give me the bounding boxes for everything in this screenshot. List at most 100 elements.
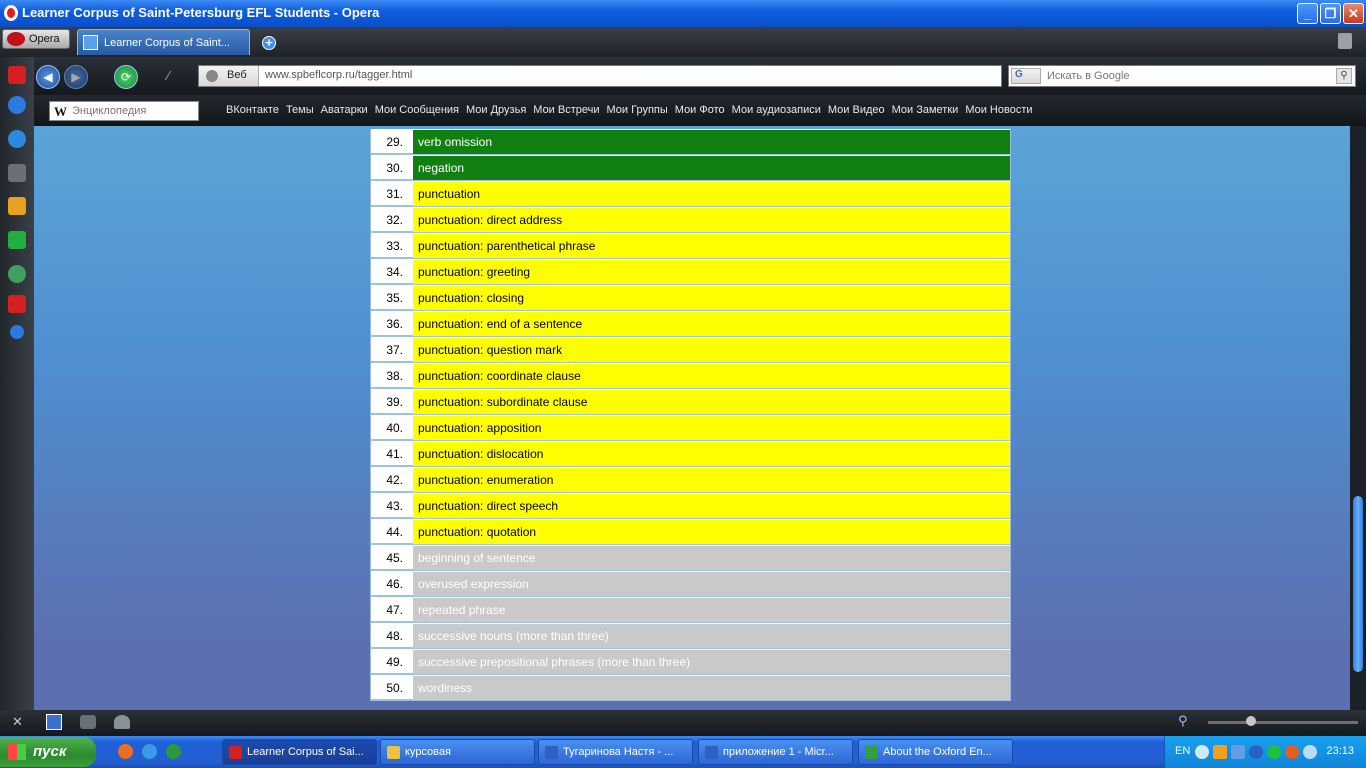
table-row[interactable]: 40. punctuation: apposition (371, 415, 1010, 441)
table-row[interactable]: 37. punctuation: question mark (371, 337, 1010, 363)
add-panel-icon[interactable] (10, 325, 24, 339)
yandex-icon[interactable] (8, 295, 26, 313)
table-row[interactable]: 41. punctuation: dislocation (371, 441, 1010, 467)
tag-label[interactable]: wordiness (413, 676, 1010, 700)
table-row[interactable]: 32. punctuation: direct address (371, 207, 1010, 233)
table-row[interactable]: 45. beginning of sentence (371, 545, 1010, 571)
wikipedia-search-input[interactable] (72, 103, 196, 119)
tag-label[interactable]: punctuation: coordinate clause (413, 364, 1010, 388)
search-input[interactable] (1047, 67, 1327, 85)
trash-icon[interactable] (1338, 33, 1352, 49)
tag-label[interactable]: punctuation: question mark (413, 338, 1010, 362)
address-mode-button[interactable]: Веб (199, 66, 259, 86)
wand-icon[interactable]: ⁄ (156, 65, 180, 89)
table-row[interactable]: 36. punctuation: end of a sentence (371, 311, 1010, 337)
close-button[interactable]: ✕ (1343, 3, 1364, 24)
bookmark-link[interactable]: ВКонтакте (226, 104, 279, 116)
table-row[interactable]: 39. punctuation: subordinate clause (371, 389, 1010, 415)
tools-icon[interactable]: ✕ (12, 715, 26, 730)
bookmark-link[interactable]: Мои Новости (965, 104, 1032, 116)
language-indicator[interactable]: EN (1175, 745, 1190, 757)
notes-icon[interactable] (8, 197, 26, 215)
tag-label[interactable]: punctuation: quotation (413, 520, 1010, 544)
bluetooth-icon[interactable] (1249, 745, 1263, 759)
zoom-slider-handle[interactable] (1246, 716, 1256, 726)
table-row[interactable]: 47. repeated phrase (371, 597, 1010, 623)
bookmark-link[interactable]: Мои аудиозаписи (732, 104, 821, 116)
table-row[interactable]: 46. overused expression (371, 571, 1010, 597)
search-engine-selector[interactable]: G (1011, 68, 1041, 84)
table-row[interactable]: 43. punctuation: direct speech (371, 493, 1010, 519)
search-box[interactable]: G ⚲ (1008, 65, 1356, 87)
taskbar-button[interactable]: Тугаринова Настя - ... (538, 739, 693, 765)
address-bar[interactable]: Веб www.spbeflcorp.ru/tagger.html (198, 65, 1002, 87)
bookmark-link[interactable]: Мои Фото (675, 104, 725, 116)
tag-label[interactable]: punctuation: direct address (413, 208, 1010, 232)
tag-label[interactable]: punctuation: end of a sentence (413, 312, 1010, 336)
network-icon[interactable] (1231, 745, 1245, 759)
table-row[interactable]: 42. punctuation: enumeration (371, 467, 1010, 493)
start-button[interactable]: пуск (0, 737, 96, 767)
table-row[interactable]: 35. punctuation: closing (371, 285, 1010, 311)
restore-button[interactable]: ❐ (1320, 3, 1341, 24)
turbo-icon[interactable] (114, 715, 130, 729)
forward-button[interactable]: ▶ (64, 65, 88, 89)
tag-label[interactable]: beginning of sentence (413, 546, 1010, 570)
tag-label[interactable]: successive prepositional phrases (more t… (413, 650, 1010, 674)
yandex-icon[interactable] (8, 66, 26, 84)
search-icon[interactable]: ⚲ (1336, 68, 1352, 84)
clock-icon[interactable] (8, 265, 26, 283)
taskbar-button[interactable]: курсовая (380, 739, 535, 765)
ie-icon[interactable] (142, 744, 157, 759)
tag-label[interactable]: punctuation: apposition (413, 416, 1010, 440)
reload-button[interactable]: ⟳ (114, 65, 138, 89)
zoom-icon[interactable]: ⚲ (1178, 714, 1194, 730)
unite-icon[interactable] (80, 715, 96, 729)
downloads-icon[interactable] (8, 231, 26, 249)
tray-arrow-icon[interactable] (1195, 745, 1209, 759)
bookmark-link[interactable]: Мои Сообщения (375, 104, 459, 116)
taskbar-button[interactable]: Learner Corpus of Sai... (222, 739, 377, 765)
star-icon[interactable] (1303, 745, 1317, 759)
widgets-gear-icon[interactable] (8, 130, 26, 148)
icq-icon[interactable] (1267, 745, 1281, 759)
wikipedia-search[interactable]: W (49, 101, 199, 121)
tag-label[interactable]: punctuation: enumeration (413, 468, 1010, 492)
table-row[interactable]: 33. punctuation: parenthetical phrase (371, 233, 1010, 259)
table-row[interactable]: 50. wordiness (371, 675, 1010, 701)
tag-label[interactable]: punctuation: subordinate clause (413, 390, 1010, 414)
zoom-slider[interactable] (1208, 721, 1358, 724)
tab-learner-corpus[interactable]: Learner Corpus of Saint... (77, 29, 250, 55)
new-tab-button[interactable]: + (262, 36, 276, 50)
media-player-icon[interactable] (1213, 745, 1227, 759)
speed-dial-icon[interactable] (46, 714, 62, 730)
utorrent-icon[interactable] (166, 744, 181, 759)
bookmarks-star-icon[interactable] (8, 96, 26, 114)
bookmark-link[interactable]: Аватарки (321, 104, 368, 116)
minimize-button[interactable]: _ (1297, 3, 1318, 24)
tag-label[interactable]: punctuation: direct speech (413, 494, 1010, 518)
table-row[interactable]: 29. verb omission (371, 129, 1010, 155)
bookmark-link[interactable]: Мои Заметки (892, 104, 959, 116)
taskbar-button[interactable]: About the Oxford En... (858, 739, 1013, 765)
tag-label[interactable]: punctuation: parenthetical phrase (413, 234, 1010, 258)
opera-menu-button[interactable]: Opera (2, 29, 70, 49)
window-title-bar[interactable]: Learner Corpus of Saint-Petersburg EFL S… (0, 0, 1366, 27)
table-row[interactable]: 48. successive nouns (more than three) (371, 623, 1010, 649)
bookmark-link[interactable]: Мои Группы (607, 104, 668, 116)
tag-label[interactable]: verb omission (413, 130, 1010, 154)
bookmark-link[interactable]: Темы (286, 104, 314, 116)
vertical-scrollbar[interactable] (1350, 126, 1366, 710)
table-row[interactable]: 30. negation (371, 155, 1010, 181)
tag-label[interactable]: punctuation: dislocation (413, 442, 1010, 466)
bookmark-link[interactable]: Мои Друзья (466, 104, 526, 116)
tag-label[interactable]: punctuation (413, 182, 1010, 206)
address-url[interactable]: www.spbeflcorp.ru/tagger.html (265, 69, 412, 81)
table-row[interactable]: 44. punctuation: quotation (371, 519, 1010, 545)
bookmark-link[interactable]: Мои Встречи (533, 104, 599, 116)
tag-label[interactable]: successive nouns (more than three) (413, 624, 1010, 648)
firefox-icon[interactable] (118, 744, 133, 759)
tag-label[interactable]: overused expression (413, 572, 1010, 596)
back-button[interactable]: ◀ (36, 65, 60, 89)
tag-label[interactable]: punctuation: closing (413, 286, 1010, 310)
